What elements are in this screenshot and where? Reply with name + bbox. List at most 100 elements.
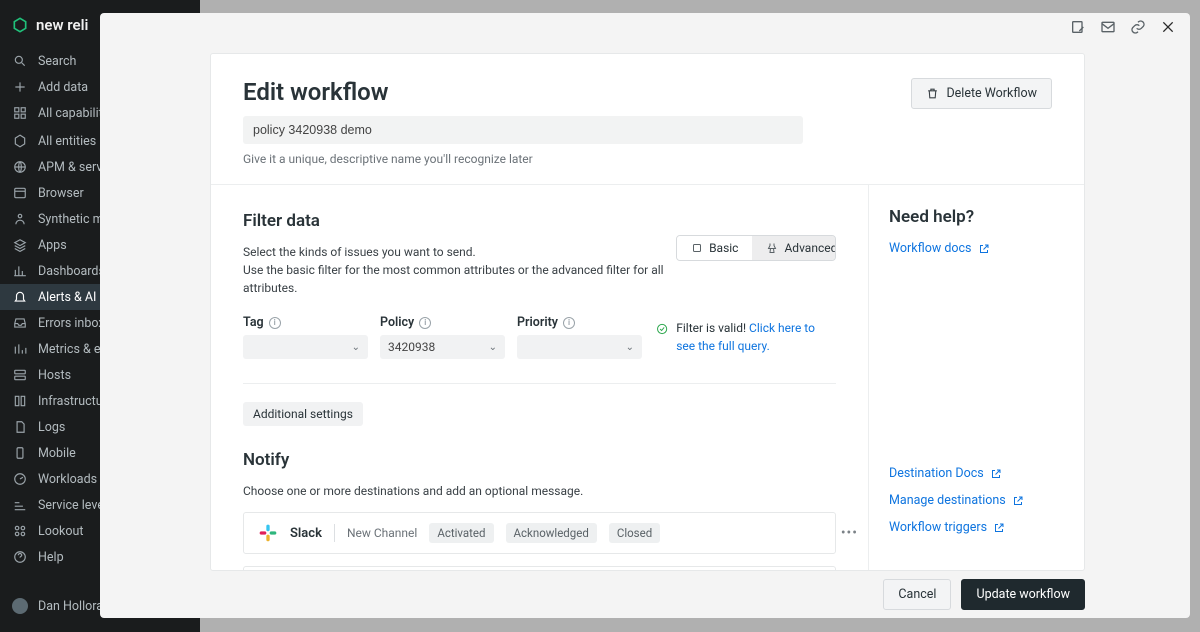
policy-label: Policy — [380, 315, 414, 330]
help-link-label: Manage destinations — [889, 493, 1006, 508]
modal-footer: Cancel Update workflow — [100, 571, 1190, 618]
divider — [243, 383, 836, 384]
browser-icon — [12, 185, 28, 201]
update-workflow-button[interactable]: Update workflow — [961, 579, 1085, 610]
filter-heading: Filter data — [243, 211, 676, 231]
tag-label: Tag — [243, 315, 264, 330]
sidebar-item-label: Errors inbox — [38, 316, 105, 331]
priority-label: Priority — [517, 315, 558, 330]
levels-icon — [12, 497, 28, 513]
help-link-label: Workflow triggers — [889, 520, 987, 535]
sidebar-item-label: Search — [38, 54, 76, 69]
workflow-card: Edit workflow Give it a unique, descript… — [210, 53, 1085, 571]
mobile-icon — [12, 445, 28, 461]
help-column: Need help? Workflow docs Destination Doc… — [869, 185, 1084, 570]
help-icon — [12, 549, 28, 565]
chevron-down-icon: ⌄ — [626, 342, 634, 353]
sidebar-item-label: Hosts — [38, 368, 71, 383]
tag-dropdown[interactable]: ⌄ — [243, 335, 368, 359]
file-icon — [12, 419, 28, 435]
link-icon[interactable] — [1130, 19, 1146, 39]
help-link-label: Destination Docs — [889, 466, 984, 481]
notify-heading: Notify — [243, 450, 836, 470]
globe-icon — [12, 159, 28, 175]
priority-dropdown[interactable]: ⌄ — [517, 335, 642, 359]
info-icon[interactable]: i — [563, 317, 575, 329]
notify-sub: New Channel — [347, 526, 417, 540]
external-icon — [993, 522, 1005, 534]
filter-advanced-label: Advanced — [784, 241, 836, 255]
card-header: Edit workflow Give it a unique, descript… — [211, 54, 1084, 184]
server-icon — [12, 367, 28, 383]
help-link-manage-destinations[interactable]: Manage destinations — [889, 493, 1064, 508]
sidebar-item-label: Apps — [38, 238, 67, 253]
additional-settings-button[interactable]: Additional settings — [243, 402, 363, 426]
info-icon[interactable]: i — [269, 317, 281, 329]
status-pill: Closed — [609, 523, 660, 543]
filter-valid-text: Filter is valid! — [676, 321, 746, 335]
notify-row-email[interactable]: @newrelic.com Activated Acknowledged Clo… — [243, 566, 836, 570]
help-link-label: Workflow docs — [889, 241, 972, 256]
chart-icon — [12, 263, 28, 279]
notify-desc: Choose one or more destinations and add … — [243, 482, 836, 500]
modal: Edit workflow Give it a unique, descript… — [100, 13, 1190, 618]
search-icon — [12, 53, 28, 69]
info-icon[interactable]: i — [419, 317, 431, 329]
page-title: Edit workflow — [243, 78, 803, 106]
inbox-icon — [12, 315, 28, 331]
chevron-down-icon: ⌄ — [352, 342, 360, 353]
help-link-workflow-triggers[interactable]: Workflow triggers — [889, 520, 1064, 535]
workflow-name-input[interactable] — [243, 116, 803, 144]
notify-row-slack[interactable]: Slack New Channel Activated Acknowledged… — [243, 512, 836, 554]
help-link-destination-docs[interactable]: Destination Docs — [889, 466, 1064, 481]
external-icon — [978, 243, 990, 255]
filter-basic-button[interactable]: Basic — [677, 236, 752, 260]
cancel-label: Cancel — [898, 587, 936, 602]
grid-icon — [12, 105, 28, 121]
update-label: Update workflow — [976, 587, 1070, 602]
sidebar-item-label: All entities — [38, 134, 96, 149]
filter-desc2: Use the basic filter for the most common… — [243, 261, 676, 297]
notify-name: Slack — [290, 526, 322, 541]
sidebar-item-label: Logs — [38, 420, 65, 435]
status-pill: Activated — [429, 523, 493, 543]
check-circle-icon — [656, 320, 668, 338]
sidebar-item-label: Workloads — [38, 472, 97, 487]
person-icon — [12, 211, 28, 227]
sidebar-item-label: Add data — [38, 80, 88, 95]
external-icon — [990, 468, 1002, 480]
policy-value: 3420938 — [388, 340, 435, 354]
main-column: Filter data Select the kinds of issues y… — [211, 185, 869, 570]
filter-desc1: Select the kinds of issues you want to s… — [243, 243, 676, 261]
filter-valid: Filter is valid! Click here to see the f… — [656, 319, 836, 355]
close-icon[interactable] — [1160, 19, 1176, 39]
infra-icon — [12, 393, 28, 409]
filter-advanced-button[interactable]: Advanced — [752, 236, 836, 260]
name-helper: Give it a unique, descriptive name you'l… — [243, 152, 803, 166]
brand-label: new reli — [36, 16, 88, 34]
sidebar-item-label: Alerts & AI — [38, 290, 96, 305]
gauge-icon — [12, 471, 28, 487]
sidebar-item-label: Browser — [38, 186, 84, 201]
bars-icon — [12, 341, 28, 357]
cancel-button[interactable]: Cancel — [883, 579, 951, 610]
delete-workflow-button[interactable]: Delete Workflow — [911, 78, 1052, 109]
mail-icon[interactable] — [1100, 19, 1116, 39]
columns: Filter data Select the kinds of issues y… — [211, 184, 1084, 570]
sidebar-item-label: Lookout — [38, 524, 83, 539]
delete-workflow-label: Delete Workflow — [946, 86, 1037, 101]
policy-dropdown[interactable]: 3420938 ⌄ — [380, 335, 505, 359]
sidebar-item-label: Dashboards — [38, 264, 105, 279]
help-link-workflow-docs[interactable]: Workflow docs — [889, 241, 1064, 256]
sidebar-item-label: Mobile — [38, 446, 76, 461]
modal-top-actions — [100, 13, 1190, 43]
divider — [334, 524, 335, 542]
external-icon — [1012, 495, 1024, 507]
plus-icon — [12, 79, 28, 95]
filter-group: Tagi ⌄ Policyi 3420938⌄ Priorityi ⌄ — [243, 315, 642, 359]
help-heading: Need help? — [889, 207, 1064, 227]
note-icon[interactable] — [1070, 19, 1086, 39]
filter-basic-label: Basic — [709, 241, 738, 255]
chevron-down-icon: ⌄ — [489, 342, 497, 353]
row-menu-icon[interactable]: ••• — [841, 525, 858, 541]
